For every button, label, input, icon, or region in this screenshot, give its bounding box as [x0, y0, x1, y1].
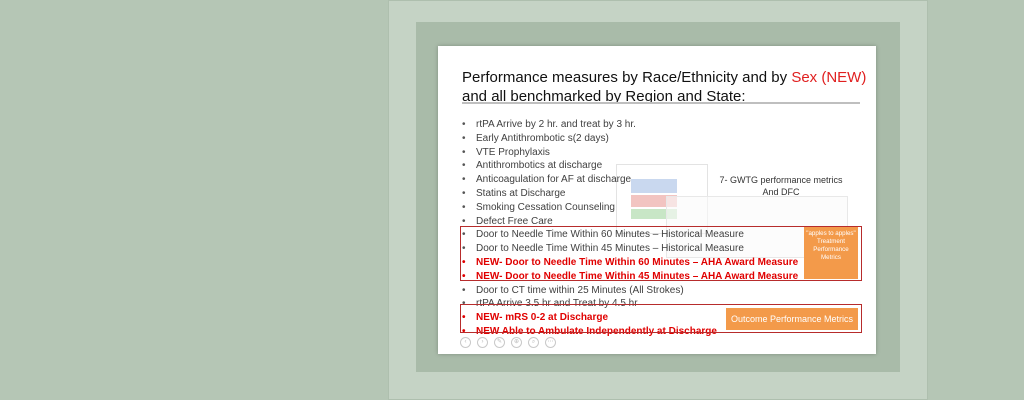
list-item: Anticoagulation for AF at discharge	[462, 173, 822, 187]
search-icon[interactable]: ⌕	[528, 336, 539, 348]
list-item: VTE Prophylaxis	[462, 146, 822, 160]
slide: Performance measures by Race/Ethnicity a…	[438, 46, 876, 354]
slide-title: Performance measures by Race/Ethnicity a…	[462, 68, 872, 106]
slide-nav-controls: ‹ › ✎ ⊕ ⌕ ⋯	[460, 336, 556, 348]
treatment-metrics-label: "apples to apples" Treatment Performance…	[804, 227, 858, 279]
list-item: Statins at Discharge	[462, 187, 822, 201]
award-measures-box	[460, 226, 862, 281]
title-part1: Performance measures by Race/Ethnicity a…	[462, 69, 792, 86]
list-item: Smoking Cessation Counseling	[462, 201, 822, 215]
title-highlight: Sex (NEW)	[791, 69, 867, 86]
zoom-icon[interactable]: ⊕	[511, 336, 522, 348]
list-item: Antithrombotics at discharge	[462, 159, 822, 173]
outcome-metrics-label: Outcome Performance Metrics	[726, 308, 858, 330]
pen-icon[interactable]: ✎	[494, 336, 505, 348]
title-divider	[462, 102, 860, 104]
more-icon[interactable]: ⋯	[545, 336, 556, 348]
list-item: Early Antithrombotic s(2 days)	[462, 132, 822, 146]
list-item: Door to CT time within 25 Minutes (All S…	[462, 284, 822, 298]
next-slide-icon[interactable]: ›	[477, 336, 488, 348]
list-item: rtPA Arrive by 2 hr. and treat by 3 hr.	[462, 118, 822, 132]
prev-slide-icon[interactable]: ‹	[460, 336, 471, 348]
